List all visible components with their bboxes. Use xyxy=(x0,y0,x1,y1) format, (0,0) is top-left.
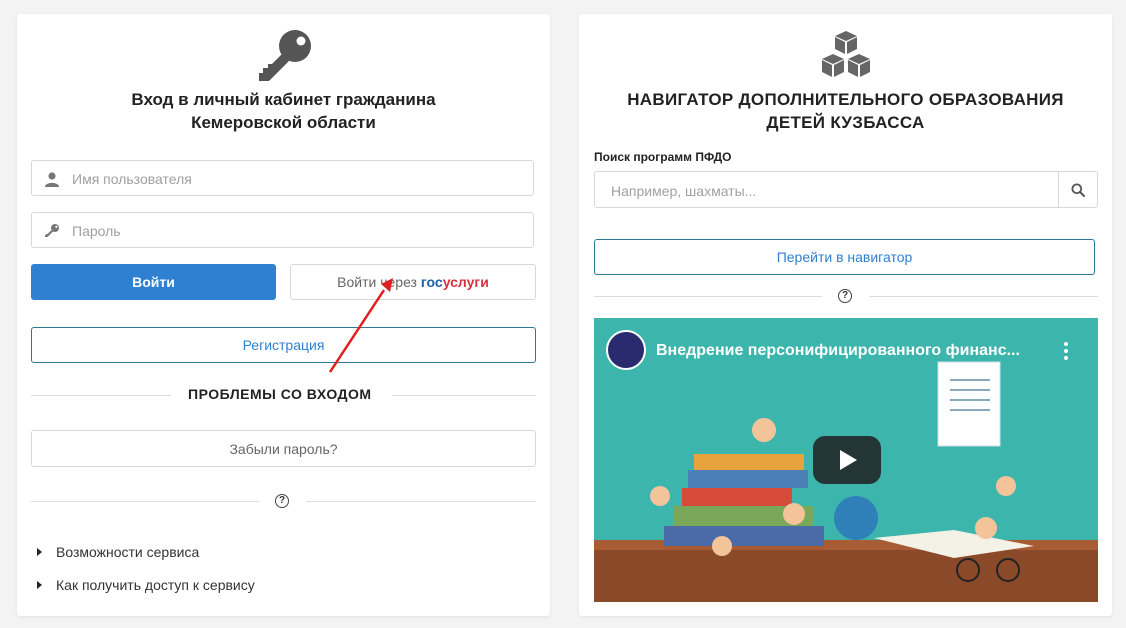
cubes-icon xyxy=(822,31,870,77)
password-input[interactable] xyxy=(70,213,524,249)
link-service-features[interactable]: Возможности сервиса xyxy=(37,544,199,560)
link-service-features-label: Возможности сервиса xyxy=(56,544,200,560)
divider-left xyxy=(31,395,171,396)
link-get-access[interactable]: Как получить доступ к сервису xyxy=(37,577,255,593)
key-small-icon xyxy=(45,224,59,237)
caret-right-icon xyxy=(37,581,42,589)
gosuslugi-logo-uslugi: услуги xyxy=(442,274,489,290)
search-label: Поиск программ ПФДО xyxy=(594,150,732,164)
video-menu-icon[interactable] xyxy=(1064,342,1068,363)
problems-heading: ПРОБЛЕМЫ СО ВХОДОМ xyxy=(188,386,372,402)
divider-right xyxy=(392,395,536,396)
forgot-password-button[interactable]: Забыли пароль? xyxy=(31,430,536,467)
go-to-navigator-button[interactable]: Перейти в навигатор xyxy=(594,239,1095,275)
login-title-line1: Вход в личный кабинет гражданина xyxy=(131,90,436,109)
password-field-wrapper xyxy=(31,212,534,249)
login-title-line2: Кемеровской области xyxy=(191,113,376,132)
program-search-input[interactable] xyxy=(609,172,1053,209)
navigator-card: НАВИГАТОР ДОПОЛНИТЕЛЬНОГО ОБРАЗОВАНИЯ ДЕ… xyxy=(579,14,1112,616)
register-button[interactable]: Регистрация xyxy=(31,327,536,363)
help-icon[interactable]: ? xyxy=(275,494,289,508)
video-title[interactable]: Внедрение персонифицированного финанс... xyxy=(656,342,1046,360)
search-icon xyxy=(1071,183,1085,197)
login-title: Вход в личный кабинет гражданина Кемеров… xyxy=(17,88,550,134)
gosuslugi-logo-gos: гос xyxy=(420,274,443,290)
login-card: Вход в личный кабинет гражданина Кемеров… xyxy=(17,14,550,616)
gosuslugi-login-button[interactable]: Войти через гос услуги xyxy=(290,264,536,300)
play-icon[interactable] xyxy=(813,436,881,484)
divider-help-right xyxy=(306,501,536,502)
navigator-title-line2: ДЕТЕЙ КУЗБАССА xyxy=(766,113,925,132)
search-button[interactable] xyxy=(1058,172,1097,207)
nav-divider-right xyxy=(869,296,1098,297)
username-field-wrapper xyxy=(31,160,534,197)
nav-divider-left xyxy=(594,296,822,297)
link-get-access-label: Как получить доступ к сервису xyxy=(56,577,255,593)
search-group xyxy=(594,171,1098,209)
login-button[interactable]: Войти xyxy=(31,264,276,300)
divider-help-left xyxy=(31,501,259,502)
key-icon xyxy=(259,30,311,81)
nav-help-icon[interactable]: ? xyxy=(838,289,852,303)
username-input[interactable] xyxy=(70,161,524,197)
navigator-title-line1: НАВИГАТОР ДОПОЛНИТЕЛЬНОГО ОБРАЗОВАНИЯ xyxy=(627,90,1064,109)
video-player[interactable]: Внедрение персонифицированного финанс... xyxy=(594,318,1098,602)
navigator-title: НАВИГАТОР ДОПОЛНИТЕЛЬНОГО ОБРАЗОВАНИЯ ДЕ… xyxy=(579,88,1112,134)
user-icon xyxy=(45,172,59,187)
channel-logo[interactable] xyxy=(606,330,646,370)
gosuslugi-prefix: Войти через xyxy=(337,274,421,290)
caret-right-icon xyxy=(37,548,42,556)
